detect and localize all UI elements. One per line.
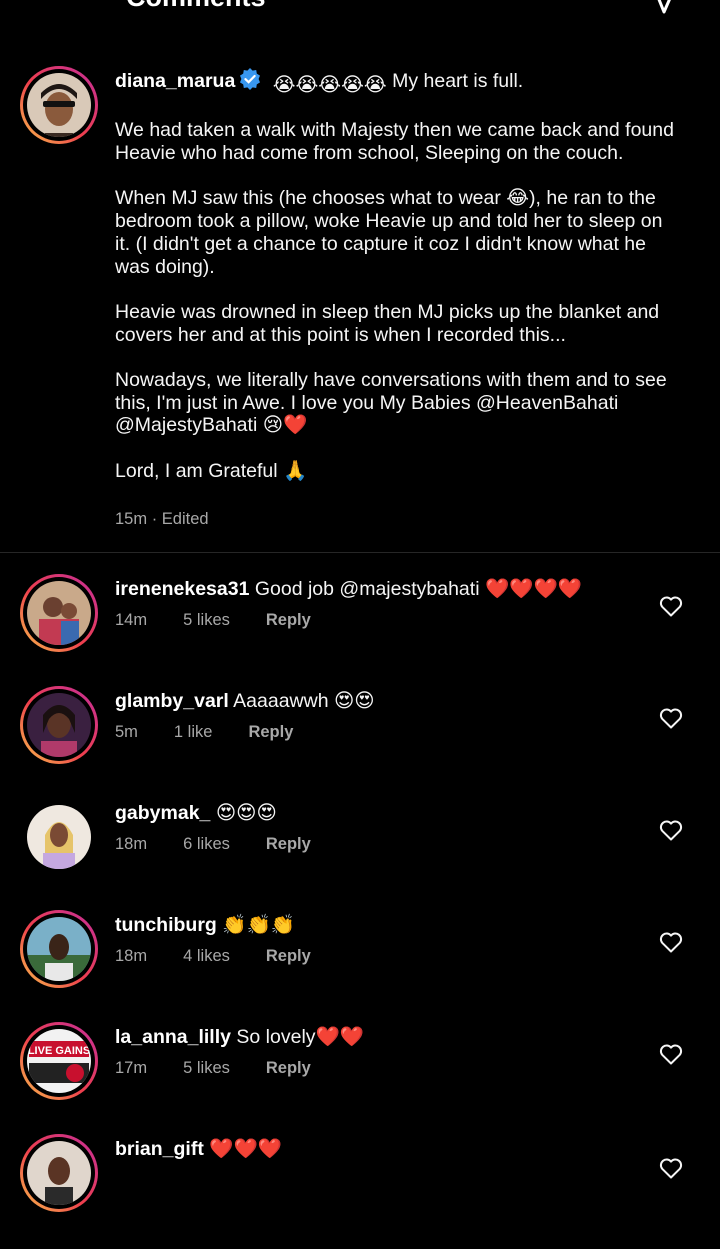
list-item: gabymak_ 😍😍😍 18m 6 likes Reply xyxy=(0,801,720,913)
comment-username[interactable]: irenenekesa31 xyxy=(115,578,249,600)
caption-paragraph: Lord, I am Grateful 🙏 xyxy=(115,459,308,482)
back-arrow-icon[interactable] xyxy=(26,0,56,14)
comment-text: ❤️❤️❤️ xyxy=(209,1138,283,1160)
comment-time: 18m xyxy=(115,947,148,965)
like-heart-icon[interactable] xyxy=(659,595,683,617)
caption-avatar[interactable] xyxy=(20,66,98,144)
caption-edited: Edited xyxy=(161,510,209,528)
post-caption: diana_marua 😭😭😭😭😭 My heart is full. We h… xyxy=(115,68,675,505)
comment-username[interactable]: tunchiburg xyxy=(115,914,217,936)
comment-likes[interactable]: 5 likes xyxy=(183,1059,230,1077)
list-item: tunchiburg 👏👏👏 18m 4 likes Reply xyxy=(0,913,720,1025)
reply-button[interactable]: Reply xyxy=(266,947,311,965)
caption-paragraph: Heavie was drowned in sleep then MJ pick… xyxy=(115,300,660,346)
like-heart-icon[interactable] xyxy=(659,707,683,729)
comment-username[interactable]: gabymak_ xyxy=(115,802,210,824)
reply-button[interactable]: Reply xyxy=(266,835,311,853)
like-heart-icon[interactable] xyxy=(659,931,683,953)
like-heart-icon[interactable] xyxy=(659,1157,683,1179)
list-item: irenenekesa31 Good job @majestybahati ❤️… xyxy=(0,577,720,689)
comment-text: So lovely❤️❤️ xyxy=(236,1026,365,1048)
reply-button[interactable]: Reply xyxy=(248,723,293,741)
list-item: la_anna_lilly So lovely❤️❤️ 17m 5 likes Re… xyxy=(0,1025,720,1137)
avatar-photo xyxy=(27,73,91,137)
comment-time: 17m xyxy=(115,1059,148,1077)
caption-time: 15m xyxy=(115,510,148,528)
comment-text: 😍😍😍 xyxy=(215,802,277,824)
comment-text: Aaaaawwh 😍😍 xyxy=(233,690,375,712)
comment-username[interactable]: brian_gift xyxy=(115,1138,204,1160)
comment-likes[interactable]: 5 likes xyxy=(183,611,230,629)
caption-paragraph: When MJ saw this (he chooses what to wea… xyxy=(115,187,663,278)
comment-text: Good job @majestybahati ❤️❤️❤️❤️ xyxy=(254,578,583,600)
list-item: glamby_varl Aaaaawwh 😍😍 5m 1 like Reply xyxy=(0,689,720,801)
comment-likes[interactable]: 1 like xyxy=(174,723,213,741)
comment-likes[interactable]: 6 likes xyxy=(183,835,230,853)
reply-button[interactable]: Reply xyxy=(266,1059,311,1077)
list-item: brian_gift ❤️❤️❤️ xyxy=(0,1137,720,1249)
caption-paragraph: We had taken a walk with Majesty then we… xyxy=(115,119,674,165)
divider xyxy=(0,552,720,553)
send-icon[interactable] xyxy=(650,0,680,14)
comment-username[interactable]: la_anna_lilly xyxy=(115,1026,231,1048)
comment-likes[interactable]: 4 likes xyxy=(183,947,230,965)
comment-time: 18m xyxy=(115,835,148,853)
top-bar: Comments xyxy=(0,0,720,14)
comment-time: 5m xyxy=(115,723,138,741)
crying-emojis: 😭😭😭😭😭 xyxy=(272,74,387,96)
reply-button[interactable]: Reply xyxy=(266,611,311,629)
verified-badge-icon xyxy=(240,68,261,90)
caption-first-line: My heart is full. xyxy=(392,70,524,92)
like-heart-icon[interactable] xyxy=(659,819,683,841)
comment-time: 14m xyxy=(115,611,148,629)
like-heart-icon[interactable] xyxy=(659,1043,683,1065)
caption-meta: 15m · Edited xyxy=(115,510,209,528)
page-title: Comments xyxy=(126,0,266,13)
caption-username[interactable]: diana_marua xyxy=(115,70,235,92)
comment-username[interactable]: glamby_varl xyxy=(115,690,229,712)
comment-text: 👏👏👏 xyxy=(222,914,296,936)
caption-paragraph: Nowadays, we literally have conversation… xyxy=(115,369,667,437)
